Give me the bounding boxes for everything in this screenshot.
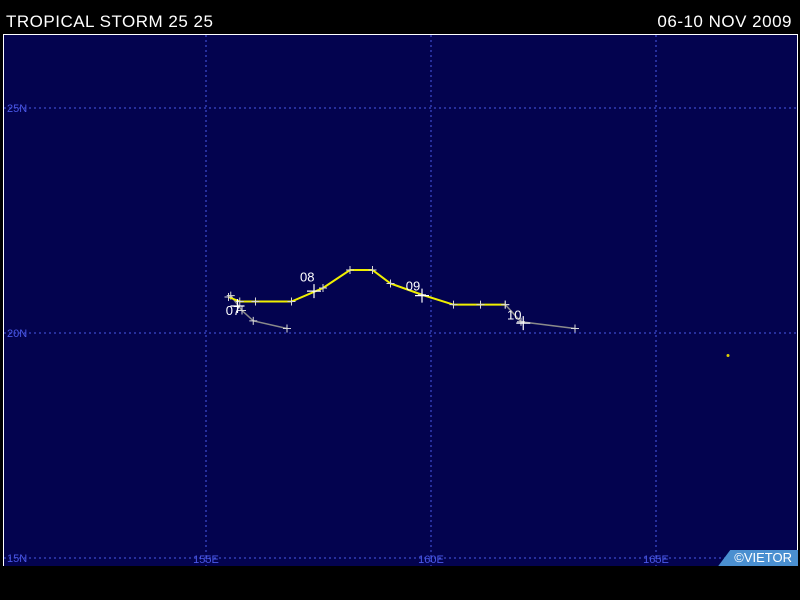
storm-title: TROPICAL STORM 25 25 [6, 12, 214, 31]
daily-position-marker [307, 284, 321, 299]
best-track [228, 269, 506, 306]
storm-tracks: 07 08 09 10 [224, 266, 730, 357]
best-track-point [449, 300, 458, 309]
latitude-label: 25N [7, 103, 27, 115]
grid-lines [4, 35, 799, 567]
longitude-label: 155E [193, 554, 219, 566]
longitude-label: 160E [418, 554, 444, 566]
date-label: 07 [226, 303, 240, 318]
credit-badge: ©VIETOR [718, 550, 798, 566]
date-range: 06-10 NOV 2009 [657, 12, 792, 31]
grid-labels: 155E 160E 165E 25N 20N 15N [7, 103, 669, 566]
date-label: 09 [406, 278, 420, 293]
gray-track-east-point [571, 324, 579, 333]
date-label: 10 [507, 308, 521, 323]
best-track-point [251, 297, 260, 306]
latitude-label: 20N [7, 328, 27, 340]
gray-track-point [283, 324, 291, 333]
track-map[interactable]: 155E 160E 165E 25N 20N 15N 07 08 09 10 [3, 34, 799, 567]
best-track-point [287, 297, 296, 306]
best-track-point [476, 300, 485, 309]
date-label: 08 [300, 269, 314, 284]
latitude-label: 15N [7, 553, 27, 565]
isolated-point [726, 354, 730, 357]
header-bar: TROPICAL STORM 25 25 06-10 NOV 2009 [0, 0, 800, 34]
footer-bar [0, 566, 800, 600]
best-track-point [224, 293, 233, 301]
longitude-label: 165E [643, 554, 669, 566]
map-canvas: 155E 160E 165E 25N 20N 15N 07 08 09 10 [4, 35, 799, 567]
